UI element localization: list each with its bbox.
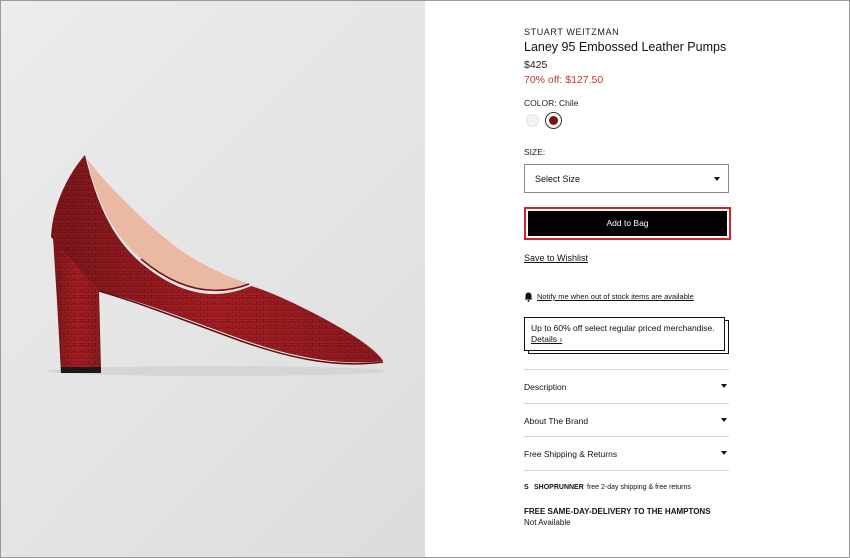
add-to-bag-focus-outline: Add to Bag bbox=[524, 207, 731, 240]
same-day-delivery-status: Not Available bbox=[524, 518, 571, 527]
notify-me-link[interactable]: Notify me when out of stock items are av… bbox=[537, 292, 694, 301]
promo-details-link[interactable]: Details › bbox=[531, 334, 562, 345]
sale-price: 70% off: $127.50 bbox=[524, 74, 604, 86]
accordion-description[interactable]: Description bbox=[524, 369, 729, 403]
shoprunner-brand[interactable]: SHOPRUNNER bbox=[534, 484, 584, 491]
color-swatch-white[interactable] bbox=[526, 114, 539, 127]
accordion-label: Description bbox=[524, 382, 567, 392]
save-to-wishlist-link[interactable]: Save to Wishlist bbox=[524, 253, 588, 263]
promo-box: Up to 60% off select regular priced merc… bbox=[524, 317, 725, 351]
chevron-down-icon bbox=[721, 384, 727, 388]
chevron-down-icon bbox=[721, 451, 727, 455]
shoprunner-logo-icon: S bbox=[524, 484, 529, 491]
color-swatch-chile bbox=[549, 116, 558, 125]
product-image[interactable] bbox=[1, 1, 425, 557]
color-swatch-chile-selected[interactable] bbox=[545, 112, 562, 129]
size-select-value: Select Size bbox=[535, 174, 581, 184]
size-select[interactable]: Select Size bbox=[524, 164, 729, 193]
product-brand[interactable]: STUART WEITZMAN bbox=[524, 27, 619, 37]
accordion-label: Free Shipping & Returns bbox=[524, 449, 618, 459]
accordion-shipping-returns[interactable]: Free Shipping & Returns bbox=[524, 436, 729, 470]
original-price: $425 bbox=[524, 59, 548, 71]
chevron-down-icon bbox=[714, 177, 720, 181]
shoprunner-text: free 2-day shipping & free returns bbox=[587, 484, 691, 491]
add-to-bag-button[interactable]: Add to Bag bbox=[528, 211, 727, 236]
chevron-down-icon bbox=[721, 418, 727, 422]
red-pump-shoe-image bbox=[46, 155, 386, 376]
accordion-divider bbox=[524, 470, 729, 471]
accordion-label: About The Brand bbox=[524, 416, 589, 426]
same-day-delivery-title: FREE SAME-DAY-DELIVERY TO THE HAMPTONS bbox=[524, 507, 711, 516]
accordion-about-brand[interactable]: About The Brand bbox=[524, 403, 729, 437]
color-label: COLOR: Chile bbox=[524, 98, 579, 108]
product-name: Laney 95 Embossed Leather Pumps bbox=[524, 40, 727, 54]
bell-icon bbox=[524, 292, 533, 302]
size-label: SIZE: bbox=[524, 147, 546, 157]
promo-text: Up to 60% off select regular priced merc… bbox=[531, 323, 715, 333]
